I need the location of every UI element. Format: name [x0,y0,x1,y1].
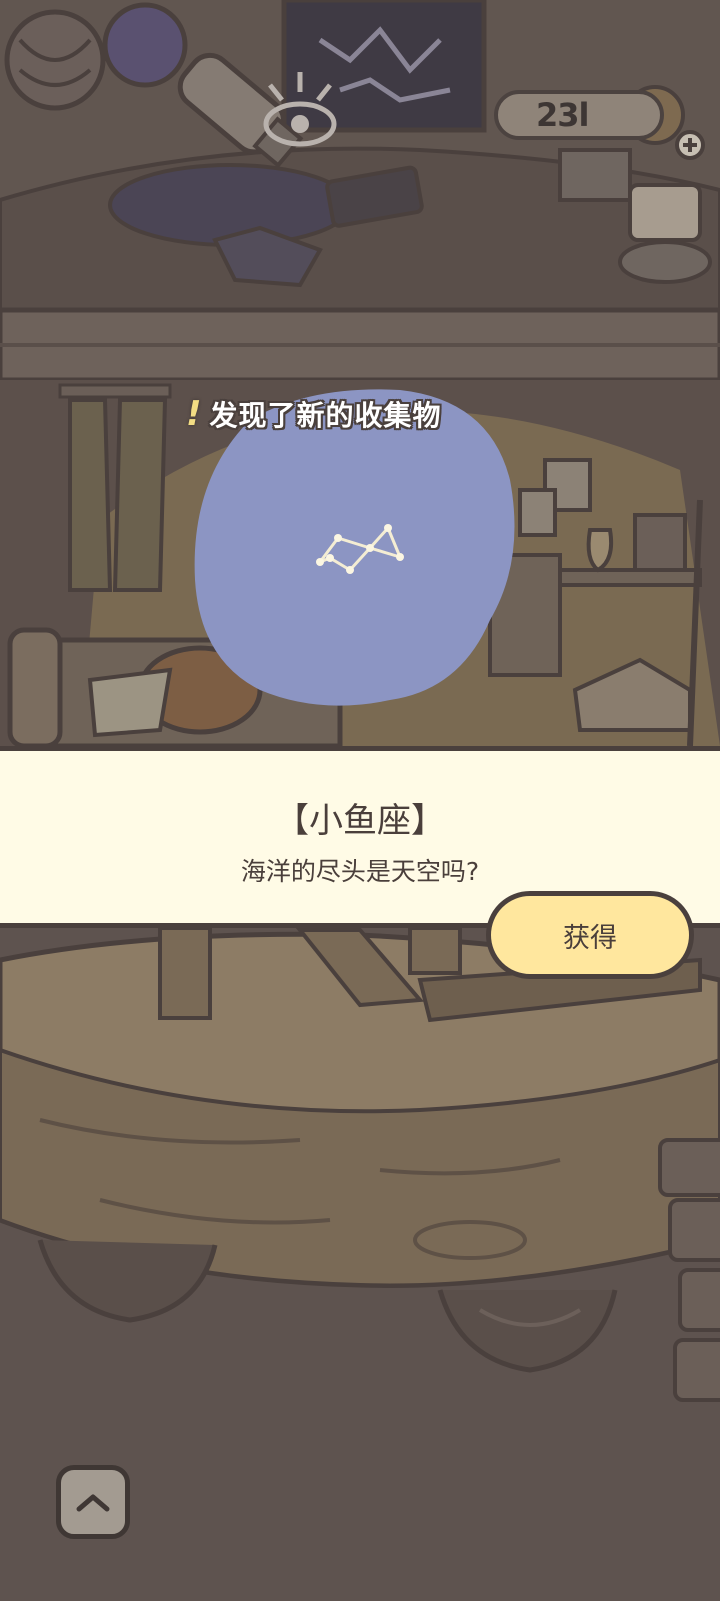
collectible-name: 【小鱼座】 [275,801,445,841]
get-button[interactable]: 获得 [486,891,694,979]
scroll-up-button[interactable] [56,1465,130,1539]
constellation-icon [316,524,404,574]
exclamation-icon: ! [186,394,202,434]
collectible-description: 海洋的尽头是天空吗? [240,857,480,886]
discovery-banner-text: 发现了新的收集物 [209,399,442,432]
currency-counter-value: 23l [536,96,589,134]
discovery-banner: ! 发现了新的收集物 [186,394,442,434]
chevron-up-icon [76,1494,110,1512]
game-scene: 23l ! 发现了新的收集物 【小鱼座】 海洋的尽头是天空吗? 获得 [0,0,720,1601]
